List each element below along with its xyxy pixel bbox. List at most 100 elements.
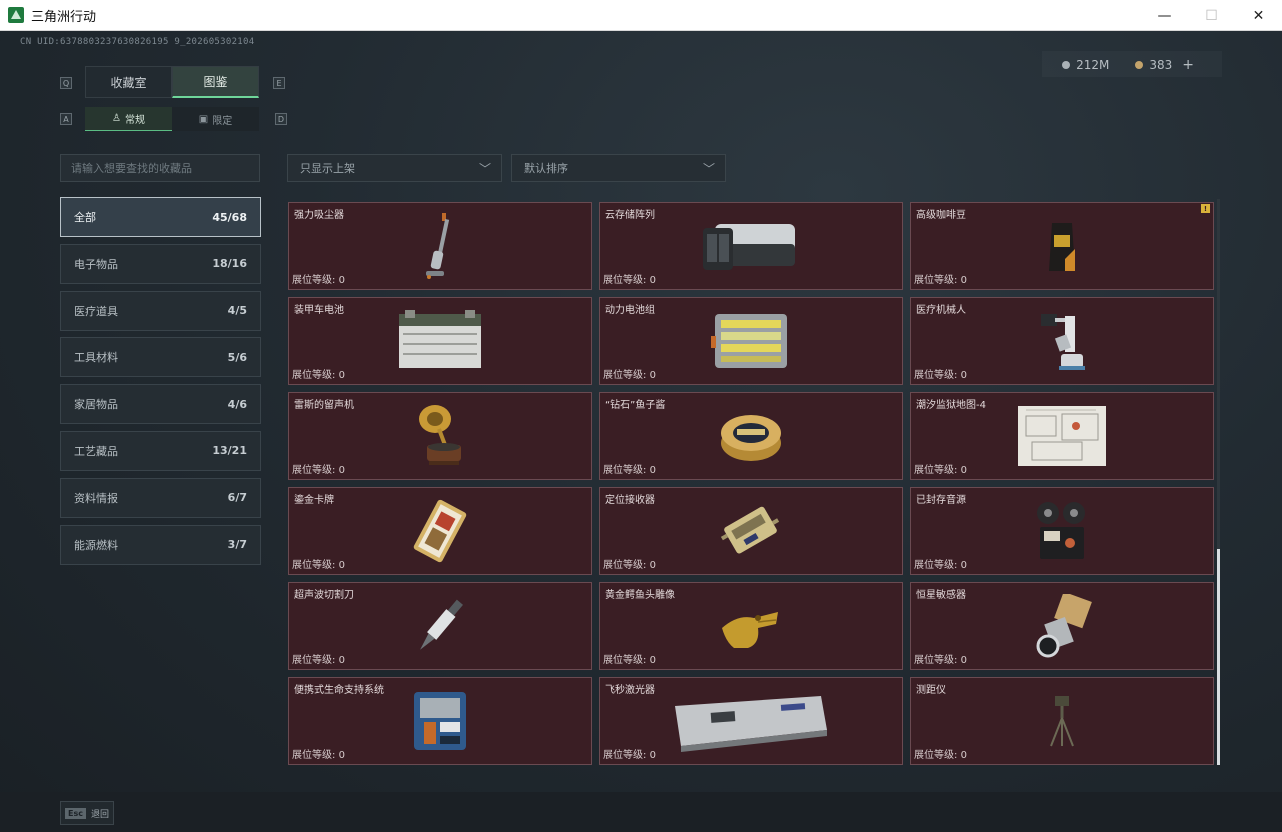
rangefinder-tripod-icon [1050, 696, 1074, 747]
item-level: 展位等级: 0 [603, 370, 656, 381]
item-card[interactable]: 飞秒激光器 展位等级: 0 [599, 677, 903, 765]
category-label: 医疗道具 [74, 304, 118, 318]
gift-icon: ▣ [198, 113, 209, 125]
app-logo-icon [8, 7, 24, 23]
item-name: 测距仪 [916, 685, 946, 696]
subtab-limited-label: 限定 [212, 115, 233, 127]
item-card[interactable]: 鎏金卡牌 展位等级: 0 [288, 487, 592, 575]
item-level: 展位等级: 0 [292, 370, 345, 381]
user-uid: CN UID:6378803237630826195 9_20260530210… [20, 37, 255, 47]
sub-tabs: ♙ 常规 ▣ 限定 [85, 107, 259, 131]
laser-device-icon [675, 696, 827, 752]
item-card[interactable]: 雷斯的留声机 展位等级: 0 [288, 392, 592, 480]
category-energy[interactable]: 能源燃料 3/7 [60, 524, 261, 565]
chevron-down-icon: ﹀ [478, 162, 491, 176]
item-name: 医疗机械人 [916, 305, 966, 316]
item-level: 展位等级: 0 [914, 655, 967, 666]
shelf-filter-dropdown[interactable]: 只显示上架 ﹀ [287, 154, 502, 182]
category-household[interactable]: 家居物品 4/6 [60, 384, 261, 425]
back-button[interactable]: Esc 退回 [60, 801, 114, 825]
item-card[interactable]: 测距仪 展位等级: 0 [910, 677, 1214, 765]
sort-value: 默认排序 [524, 162, 568, 175]
category-tools[interactable]: 工具材料 5/6 [60, 337, 261, 378]
item-card[interactable]: “钻石”鱼子酱 展位等级: 0 [599, 392, 903, 480]
subtab-limited[interactable]: ▣ 限定 [172, 107, 259, 131]
category-count: 5/6 [227, 350, 247, 364]
item-card[interactable]: 恒星敏感器 展位等级: 0 [910, 582, 1214, 670]
item-level: 展位等级: 0 [292, 560, 345, 571]
category-label: 资料情报 [74, 491, 118, 505]
scrollbar-thumb[interactable] [1217, 549, 1220, 765]
item-level: 展位等级: 0 [603, 655, 656, 666]
item-card[interactable]: 高级咖啡豆 ! 展位等级: 0 [910, 202, 1214, 290]
map-document-icon [1018, 406, 1106, 466]
category-intel[interactable]: 资料情报 6/7 [60, 477, 261, 518]
category-electronics[interactable]: 电子物品 18/16 [60, 243, 261, 284]
gold-coin-icon [1135, 61, 1144, 69]
star-sensor-icon [1036, 594, 1092, 658]
tab-catalog[interactable]: 图鉴 [172, 66, 259, 98]
item-level: 展位等级: 0 [914, 275, 967, 286]
key-hint-next-sub: D [275, 113, 287, 125]
item-level: 展位等级: 0 [603, 275, 656, 286]
item-name: 装甲车电池 [294, 305, 344, 316]
maximize-button[interactable]: ☐ [1188, 0, 1235, 31]
subtab-regular[interactable]: ♙ 常规 [85, 107, 172, 131]
life-support-icon [414, 692, 466, 750]
category-count: 13/21 [212, 444, 247, 458]
gramophone-icon [419, 405, 461, 465]
item-name: 云存储阵列 [605, 210, 655, 221]
category-label: 全部 [74, 211, 96, 224]
search-input[interactable] [60, 154, 260, 182]
sort-dropdown[interactable]: 默认排序 ﹀ [511, 154, 726, 182]
item-level: 展位等级: 0 [914, 750, 967, 761]
category-medical[interactable]: 医疗道具 4/5 [60, 290, 261, 331]
category-label: 能源燃料 [74, 538, 118, 552]
tab-collection-room[interactable]: 收藏室 [85, 66, 172, 98]
main-tabs: 收藏室 图鉴 [85, 66, 259, 98]
item-level: 展位等级: 0 [292, 465, 345, 476]
currency-display: 212M 383 + [1062, 57, 1194, 73]
minimize-button[interactable]: — [1141, 0, 1188, 31]
category-all[interactable]: 全部 45/68 [60, 197, 261, 237]
item-card[interactable]: 便携式生命支持系统 展位等级: 0 [288, 677, 592, 765]
item-name: 雷斯的留声机 [294, 400, 354, 411]
storage-array-icon [703, 224, 795, 270]
item-card[interactable]: 已封存音源 展位等级: 0 [910, 487, 1214, 575]
silver-amount: 212M [1076, 58, 1110, 72]
item-card[interactable]: 超声波切割刀 展位等级: 0 [288, 582, 592, 670]
category-count: 4/5 [227, 304, 247, 318]
item-card[interactable]: 强力吸尘器 展位等级: 0 [288, 202, 592, 290]
item-card[interactable]: 医疗机械人 展位等级: 0 [910, 297, 1214, 385]
vacuum-cleaner-icon [426, 213, 450, 279]
item-card[interactable]: 动力电池组 展位等级: 0 [599, 297, 903, 385]
gold-amount: 383 [1149, 58, 1173, 72]
item-level: 展位等级: 0 [603, 560, 656, 571]
key-hint-next-tab: E [273, 77, 285, 89]
window-controls: — ☐ ✕ [1141, 0, 1282, 31]
item-level: 展位等级: 0 [603, 750, 656, 761]
cutting-knife-icon [420, 599, 463, 650]
close-button[interactable]: ✕ [1235, 0, 1282, 31]
item-card[interactable]: 定位接收器 展位等级: 0 [599, 487, 903, 575]
item-card[interactable]: 装甲车电池 展位等级: 0 [288, 297, 592, 385]
medical-robot-icon [1041, 314, 1085, 370]
item-level: 展位等级: 0 [914, 370, 967, 381]
chevron-down-icon: ﹀ [702, 162, 715, 176]
item-card[interactable]: 黄金鳄鱼头雕像 展位等级: 0 [599, 582, 903, 670]
category-crafts[interactable]: 工艺藏品 13/21 [60, 430, 261, 471]
item-name: 已封存音源 [916, 495, 966, 506]
category-count: 4/6 [227, 397, 247, 411]
grid-scrollbar[interactable] [1217, 199, 1220, 765]
alert-badge: ! [1201, 204, 1210, 213]
category-count: 18/16 [212, 257, 247, 271]
category-count: 45/68 [212, 210, 247, 224]
flask-icon: ♙ [112, 113, 121, 124]
battery-pack-icon [711, 314, 787, 368]
item-card[interactable]: 云存储阵列 展位等级: 0 [599, 202, 903, 290]
bottom-bar [0, 792, 1282, 832]
item-name: 高级咖啡豆 [916, 210, 966, 221]
item-level: 展位等级: 0 [603, 465, 656, 476]
item-card[interactable]: 潮汐监狱地图-4 展位等级: 0 [910, 392, 1214, 480]
add-currency-button[interactable]: + [1182, 57, 1194, 73]
